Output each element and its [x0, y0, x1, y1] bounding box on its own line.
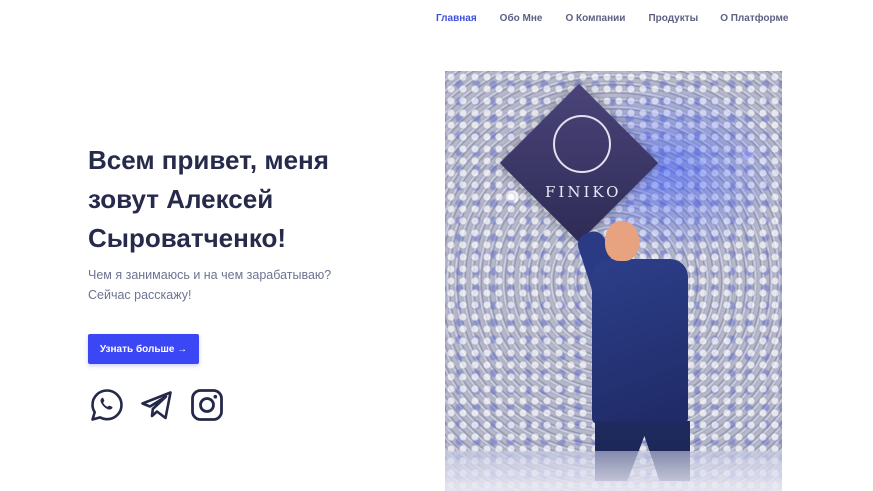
- hero-title: Всем привет, меня зовут Алексей Сыроватч…: [88, 145, 329, 253]
- hero-photo: FINIKO: [445, 71, 782, 491]
- nav-item-products[interactable]: Продукты: [648, 13, 698, 25]
- nav-item-about-me[interactable]: Обо Мне: [500, 13, 543, 25]
- main-nav: Главная Обо Мне О Компании Продукты О Пл…: [436, 13, 810, 25]
- hero-subtitle: Чем я занимаюсь и на чем зарабатываю? Се…: [88, 268, 332, 302]
- person-jacket: [592, 259, 688, 424]
- photo-floor: [445, 451, 782, 491]
- learn-more-button[interactable]: Узнать больше →: [88, 334, 199, 364]
- nav-item-about-platform[interactable]: О Платформе: [720, 13, 788, 25]
- person-head: [605, 221, 639, 261]
- nav-item-about-company[interactable]: О Компании: [565, 13, 625, 25]
- sign-text: FINIKO: [545, 183, 622, 201]
- nav-item-home[interactable]: Главная: [436, 13, 477, 25]
- instagram-icon[interactable]: [189, 387, 225, 423]
- social-links: [89, 387, 225, 423]
- telegram-icon[interactable]: [139, 387, 175, 423]
- sign-logo-icon: [553, 115, 611, 173]
- whatsapp-icon[interactable]: [89, 387, 125, 423]
